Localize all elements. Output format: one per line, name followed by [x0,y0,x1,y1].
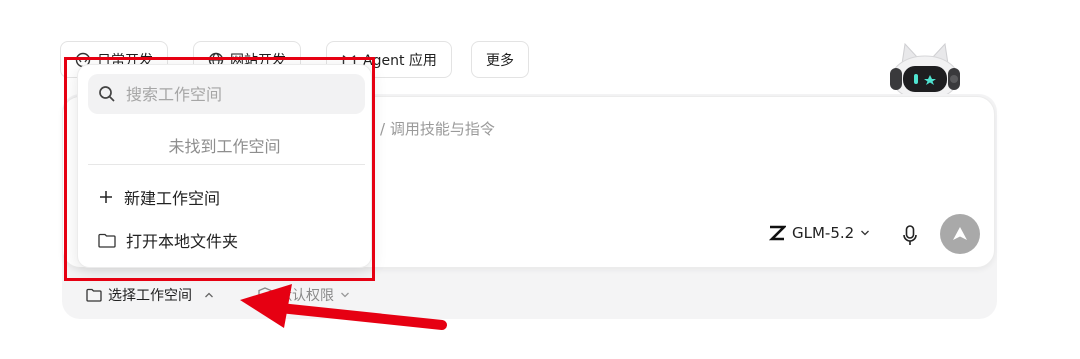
prompt-hint: / 调用技能与指令 [380,120,495,138]
model-name: GLM-5.2 [792,224,855,242]
microphone-icon [903,225,917,245]
chevron-down-icon [861,230,870,236]
tab-label: 更多 [486,52,514,69]
chevron-up-icon [205,292,213,298]
folder-icon [86,288,102,302]
model-selector[interactable]: GLM-5.2 [768,224,870,242]
send-button[interactable] [940,214,980,254]
robot-mascot-icon [890,42,960,98]
workspace-label: 选择工作空间 [108,288,192,304]
tab-more[interactable]: 更多 [471,41,529,78]
annotation-arrow-icon [240,284,447,330]
send-arrow-icon [953,227,967,240]
workspace-selector[interactable]: 选择工作空间 [86,285,214,305]
zhipu-logo-icon [768,225,786,241]
annotation-highlight-box [64,57,375,281]
microphone-button[interactable] [899,224,921,248]
